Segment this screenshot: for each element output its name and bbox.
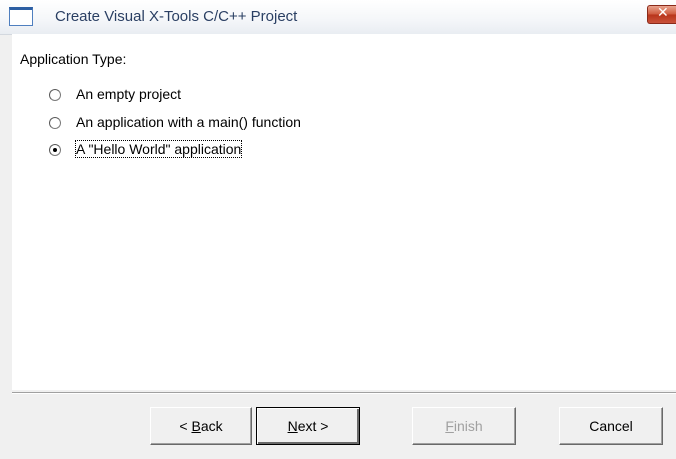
back-button-accelerator: B [191,418,201,434]
back-button-prefix: < [179,418,192,434]
finish-button-accelerator: F [445,418,454,434]
radio-button-icon[interactable] [49,89,61,101]
title-bar[interactable]: Create Visual X-Tools C/C++ Project ✕ [0,0,676,35]
next-button-label: ext > [297,418,329,434]
next-button[interactable]: Next > [256,407,360,445]
back-button[interactable]: < Back [150,407,252,445]
radio-label[interactable]: An empty project [76,86,181,102]
next-button-accelerator: N [287,418,298,434]
footer-separator [12,392,676,394]
application-type-label: Application Type: [20,51,127,67]
cancel-button[interactable]: Cancel [559,407,663,445]
window-frame-icon [9,7,33,26]
radio-label[interactable]: A "Hello World" application [74,140,243,158]
finish-button-label: inish [453,418,483,434]
window-title: Create Visual X-Tools C/C++ Project [55,8,298,25]
back-button-label: ack [200,418,223,434]
radio-label[interactable]: An application with a main() function [76,114,301,130]
radio-button-selected-icon[interactable] [49,144,61,156]
close-x-icon: ✕ [657,5,669,21]
cancel-button-label: Cancel [589,418,633,434]
radio-button-icon[interactable] [49,117,61,129]
finish-button[interactable]: Finish [412,407,516,445]
dialog-window: Create Visual X-Tools C/C++ Project ✕ Ap… [0,0,676,459]
application-type-panel: Application Type: An empty project An ap… [12,34,676,390]
close-button[interactable]: ✕ [647,5,676,24]
